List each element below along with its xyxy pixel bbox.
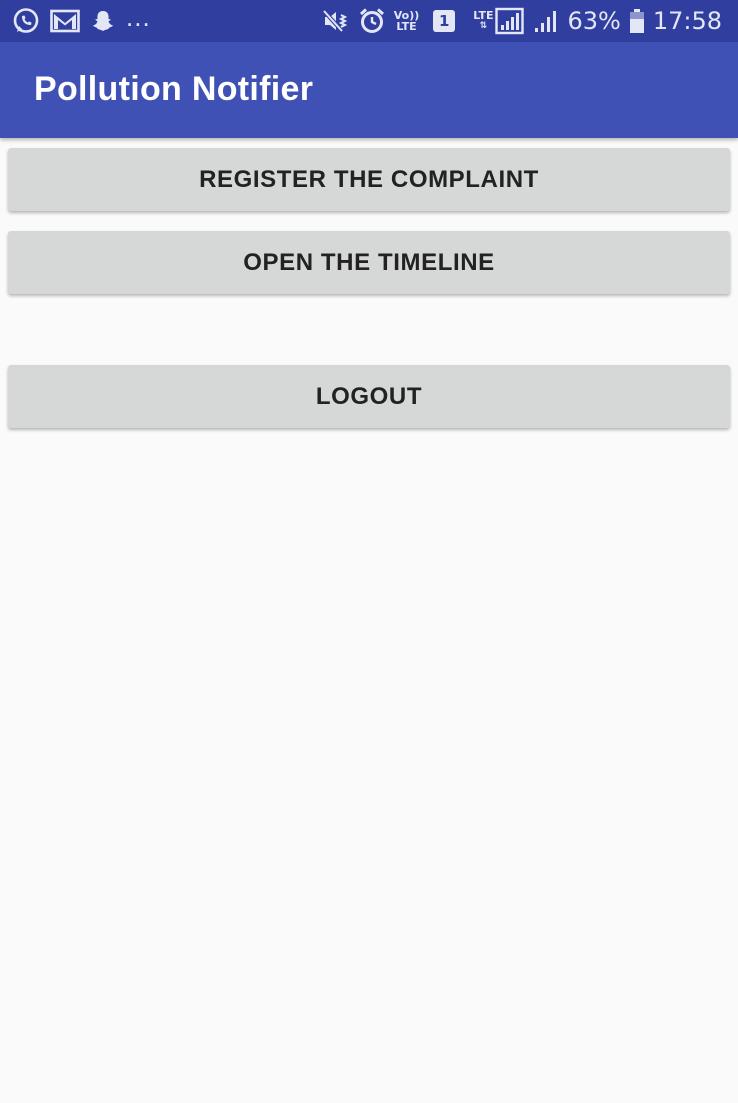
app-bar: Pollution Notifier xyxy=(0,42,738,138)
whatsapp-icon xyxy=(12,7,40,35)
gmail-icon xyxy=(50,8,80,34)
app-title: Pollution Notifier xyxy=(34,70,314,108)
lte-label: LTE xyxy=(473,9,494,22)
mute-vibrate-icon xyxy=(322,8,350,34)
status-bar: ... Vo)) LTE 1 LTE ⇅ 63% 17:58 xyxy=(0,0,738,42)
lte-signal-icon: LTE ⇅ xyxy=(473,7,525,35)
register-complaint-button[interactable]: REGISTER THE COMPLAINT xyxy=(8,148,730,211)
alarm-icon xyxy=(358,7,386,35)
battery-icon xyxy=(629,8,645,34)
data-arrows-icon: ⇅ xyxy=(479,21,488,31)
notification-icons: ... xyxy=(12,2,151,36)
system-icons: Vo)) LTE 1 LTE ⇅ 63% 17:58 xyxy=(322,4,722,38)
battery-percent: 63% xyxy=(567,7,621,35)
clock: 17:58 xyxy=(652,7,722,35)
logout-button[interactable]: LOGOUT xyxy=(8,365,730,428)
volte-label-bottom: LTE xyxy=(396,20,417,33)
sim-1-label: 1 xyxy=(439,12,450,30)
signal-icon xyxy=(533,8,559,34)
open-timeline-button[interactable]: OPEN THE TIMELINE xyxy=(8,231,730,294)
volte-icon: Vo)) LTE xyxy=(394,10,420,32)
snapchat-icon xyxy=(90,8,116,34)
more-notifications-indicator: ... xyxy=(126,2,151,32)
sim-1-icon: 1 xyxy=(433,10,456,32)
